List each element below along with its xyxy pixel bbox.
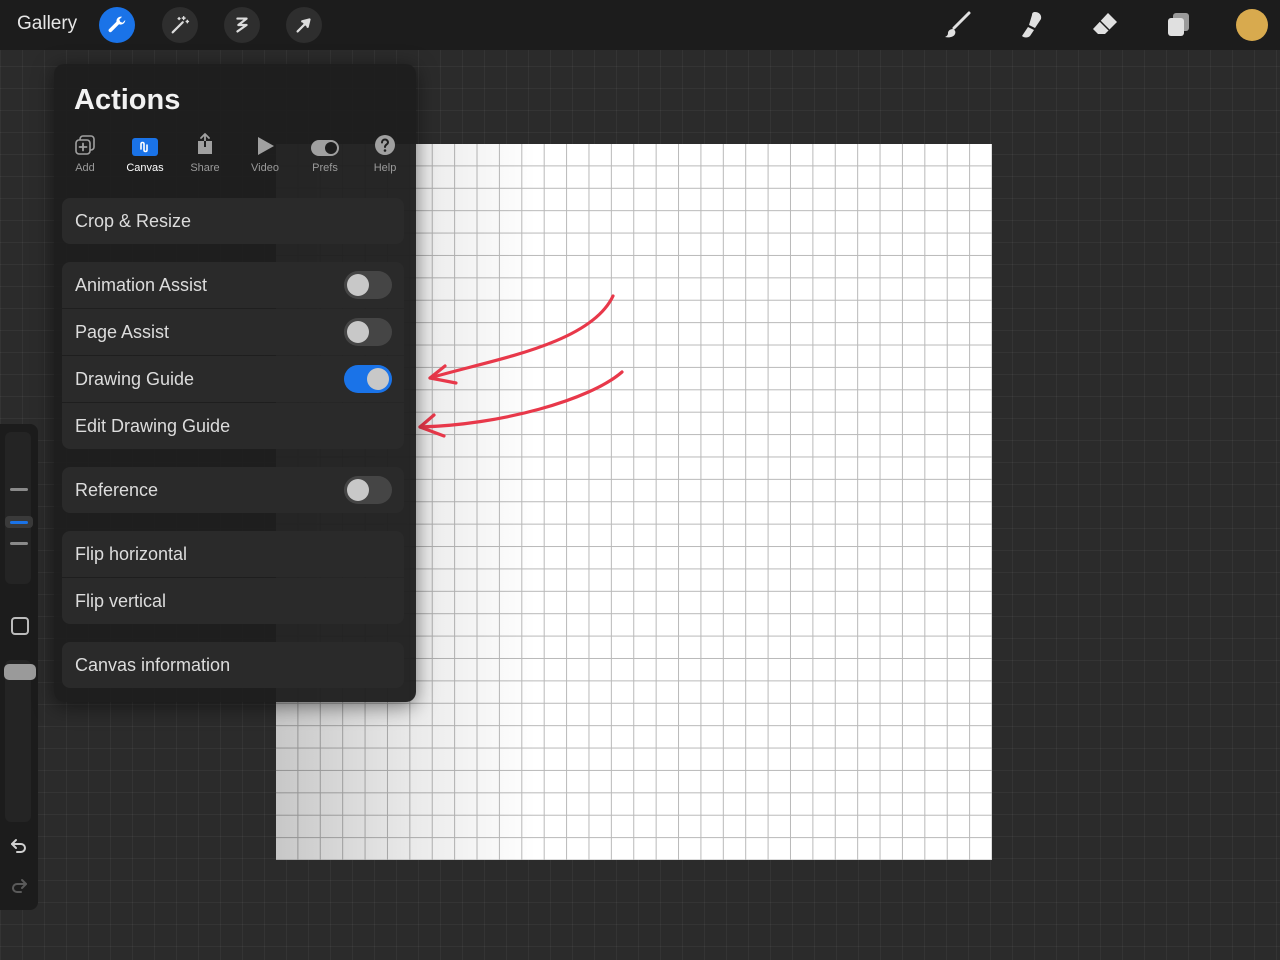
animation-assist-toggle[interactable] — [344, 271, 392, 299]
canvas-icon — [132, 138, 158, 156]
tab-add[interactable]: Add — [57, 130, 113, 174]
brush-icon — [945, 11, 971, 38]
page-assist-toggle[interactable] — [344, 318, 392, 346]
tab-video[interactable]: Video — [237, 130, 293, 174]
selection-button[interactable] — [224, 7, 260, 43]
transform-button[interactable] — [286, 7, 322, 43]
tab-share-label: Share — [190, 162, 220, 174]
gallery-button[interactable]: Gallery — [17, 13, 77, 35]
adjustments-button[interactable] — [162, 7, 198, 43]
tab-help-label: Help — [373, 162, 397, 174]
reference-toggle[interactable] — [344, 476, 392, 504]
page-assist-row: Page Assist — [62, 309, 404, 355]
toggle-knob — [367, 368, 389, 390]
crop-resize-label: Crop & Resize — [75, 211, 192, 231]
tab-canvas-label: Canvas — [126, 162, 164, 174]
reference-row: Reference — [62, 467, 404, 513]
flip-horizontal-row[interactable]: Flip horizontal — [62, 531, 404, 577]
toggle-knob — [347, 274, 369, 296]
animation-assist-row: Animation Assist — [62, 262, 404, 308]
size-mark — [10, 542, 28, 545]
sidebar — [0, 424, 38, 910]
toggle-icon — [311, 140, 339, 156]
drawing-guide-row: Drawing Guide — [62, 356, 404, 402]
top-toolbar: Gallery — [0, 0, 1280, 50]
tab-prefs[interactable]: Prefs — [297, 130, 353, 174]
layers-icon — [1168, 13, 1189, 36]
toggle-knob — [347, 479, 369, 501]
drawing-guide-toggle[interactable] — [344, 365, 392, 393]
tab-prefs-label: Prefs — [312, 162, 338, 174]
smudge-icon — [1022, 12, 1042, 38]
page-assist-label: Page Assist — [75, 322, 170, 342]
tab-add-label: Add — [75, 162, 95, 174]
share-icon — [198, 133, 212, 154]
color-picker-button[interactable] — [1236, 9, 1268, 41]
size-mark-active — [10, 521, 28, 524]
play-icon — [258, 137, 274, 155]
flip-horizontal-label: Flip horizontal — [75, 544, 188, 564]
tab-help[interactable]: Help — [357, 130, 413, 174]
redo-icon[interactable] — [9, 876, 29, 896]
animation-assist-label: Animation Assist — [75, 275, 208, 295]
toggle-knob — [347, 321, 369, 343]
magic-wand-icon — [171, 16, 190, 34]
edit-drawing-guide-label: Edit Drawing Guide — [75, 416, 231, 436]
brush-opacity-slider[interactable] — [5, 660, 31, 822]
edit-drawing-guide-row[interactable]: Edit Drawing Guide — [62, 403, 404, 449]
add-icon — [75, 135, 95, 155]
canvas-information-label: Canvas information — [75, 655, 231, 675]
actions-panel: Actions Add Canvas Share Video Prefs Hel… — [54, 64, 416, 702]
eraser-button[interactable] — [1088, 8, 1122, 42]
tab-video-label: Video — [251, 162, 279, 174]
wrench-icon — [108, 16, 126, 33]
actions-button[interactable] — [99, 7, 135, 43]
help-icon — [375, 135, 395, 155]
selection-icon — [236, 17, 248, 33]
canvas-information-row[interactable]: Canvas information — [62, 642, 404, 688]
smudge-button[interactable] — [1014, 8, 1048, 42]
flip-vertical-row[interactable]: Flip vertical — [62, 578, 404, 624]
brush-opacity-handle[interactable] — [4, 664, 36, 680]
drawing-guide-label: Drawing Guide — [75, 369, 195, 389]
crop-resize-row[interactable]: Crop & Resize — [62, 198, 404, 244]
size-mark — [10, 488, 28, 491]
undo-icon[interactable] — [9, 836, 29, 856]
tab-canvas[interactable]: Canvas — [117, 130, 173, 174]
tab-share[interactable]: Share — [177, 130, 233, 174]
reference-label: Reference — [75, 480, 159, 500]
panel-title: Actions — [74, 84, 181, 116]
modify-button[interactable] — [11, 617, 29, 635]
brush-size-slider[interactable] — [5, 432, 31, 584]
layers-button[interactable] — [1162, 8, 1196, 42]
flip-vertical-label: Flip vertical — [75, 591, 167, 611]
brush-button[interactable] — [941, 8, 975, 42]
transform-arrow-icon — [296, 18, 311, 33]
eraser-icon — [1093, 13, 1117, 34]
